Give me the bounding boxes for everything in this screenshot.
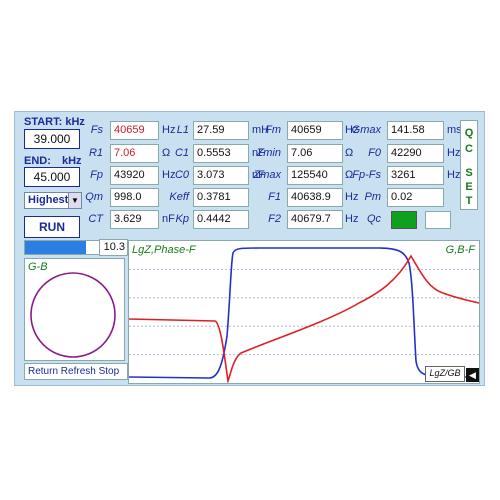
- param-label: Gmax: [351, 124, 381, 136]
- chevron-down-icon[interactable]: ▼: [68, 193, 81, 208]
- param-value-field: 40679.7: [287, 210, 343, 229]
- param-label: Fp-Fs: [352, 169, 381, 181]
- level-select[interactable]: Highest ▼: [24, 192, 82, 209]
- param-label: R1: [88, 147, 103, 159]
- start-frequency-input[interactable]: 39.000: [24, 129, 80, 149]
- plot-right-title: G,B-F: [445, 244, 475, 256]
- gb-link-bar: Return Refresh Stop: [24, 363, 128, 380]
- param-value-field: 7.06: [110, 144, 159, 163]
- param-label: Fm: [265, 124, 281, 136]
- param-value-field: 3.073: [193, 166, 249, 185]
- return-link[interactable]: Return: [28, 366, 58, 377]
- set-letter: S: [465, 167, 473, 179]
- param-value-field: 40638.9: [287, 188, 343, 207]
- param-label: CT: [88, 213, 103, 225]
- param-label: C0: [174, 169, 189, 181]
- param-label: C1: [174, 147, 189, 159]
- qc-letter: Q: [464, 127, 474, 139]
- param-value-field: 43920: [110, 166, 159, 185]
- set-letter: E: [465, 181, 473, 193]
- refresh-link[interactable]: Refresh: [61, 366, 96, 377]
- param-value-field: 0.5553: [193, 144, 249, 163]
- start-label: START: kHz: [24, 116, 85, 128]
- param-value-field: 0.02: [387, 188, 444, 207]
- frequency-plot: LgZ,Phase-F G,B-F LgZ/GB ◀: [128, 240, 480, 384]
- param-value-field: 125540: [287, 166, 343, 185]
- param-value-field: 141.58: [387, 121, 444, 140]
- gb-circle-plot: [30, 272, 116, 358]
- analyzer-screen: START: kHz 39.000 END: kHz 45.000 Highes…: [14, 111, 485, 386]
- param-label: L1: [176, 124, 189, 136]
- param-value-field: 40659: [110, 121, 159, 140]
- param-value-field: 7.06: [287, 144, 343, 163]
- plot-canvas: [129, 247, 479, 383]
- param-value-field: 40659: [287, 121, 343, 140]
- param-label: Pm: [364, 191, 382, 203]
- qc-letter: C: [465, 143, 473, 155]
- param-label: Fp: [90, 169, 103, 181]
- gb-circle-panel: G-B: [24, 258, 125, 361]
- param-value-field: 42290: [387, 144, 444, 163]
- param-value-field: 0.4442: [193, 210, 249, 229]
- qc-fail-indicator: [425, 211, 451, 229]
- param-label: F1: [268, 191, 281, 203]
- set-letter: T: [465, 195, 473, 207]
- impedance-curve: [129, 247, 479, 379]
- phase-curve: [129, 254, 479, 383]
- level-bar: [24, 240, 108, 255]
- param-label: Kp: [175, 213, 189, 225]
- param-value-field: 0.3781: [193, 188, 249, 207]
- end-unit-label: kHz: [62, 155, 82, 167]
- admittance-circle: [30, 272, 116, 358]
- param-unit: Hz: [447, 169, 461, 181]
- param-label: Zmin: [256, 147, 281, 159]
- param-value-field: 27.59: [193, 121, 249, 140]
- param-label: Qm: [85, 191, 103, 203]
- back-arrow-icon[interactable]: ◀: [466, 368, 479, 382]
- param-label: Fs: [90, 124, 103, 136]
- param-label: Zmax: [253, 169, 282, 181]
- level-select-value: Highest: [28, 194, 69, 206]
- level-bar-fill: [25, 241, 86, 254]
- end-frequency-input[interactable]: 45.000: [24, 167, 80, 187]
- param-unit: Hz: [447, 147, 461, 159]
- end-label: END:: [24, 155, 51, 167]
- param-value-field: 3.629: [110, 210, 159, 229]
- plot-left-title: LgZ,Phase-F: [132, 244, 196, 256]
- qc-set-button[interactable]: Q C S E T: [460, 120, 478, 210]
- qc-pass-indicator: [391, 211, 417, 229]
- lgz-gb-toggle-button[interactable]: LgZ/GB: [425, 366, 465, 382]
- param-value-field: 998.0: [110, 188, 159, 207]
- param-label: F0: [368, 147, 381, 159]
- param-value-field: 3261: [387, 166, 444, 185]
- param-label: F2: [268, 213, 281, 225]
- level-value: 10.3: [99, 239, 128, 256]
- param-label: Qc: [366, 213, 381, 225]
- stop-link[interactable]: Stop: [99, 366, 120, 377]
- run-button[interactable]: RUN: [24, 216, 80, 238]
- param-label: Keff: [169, 191, 189, 203]
